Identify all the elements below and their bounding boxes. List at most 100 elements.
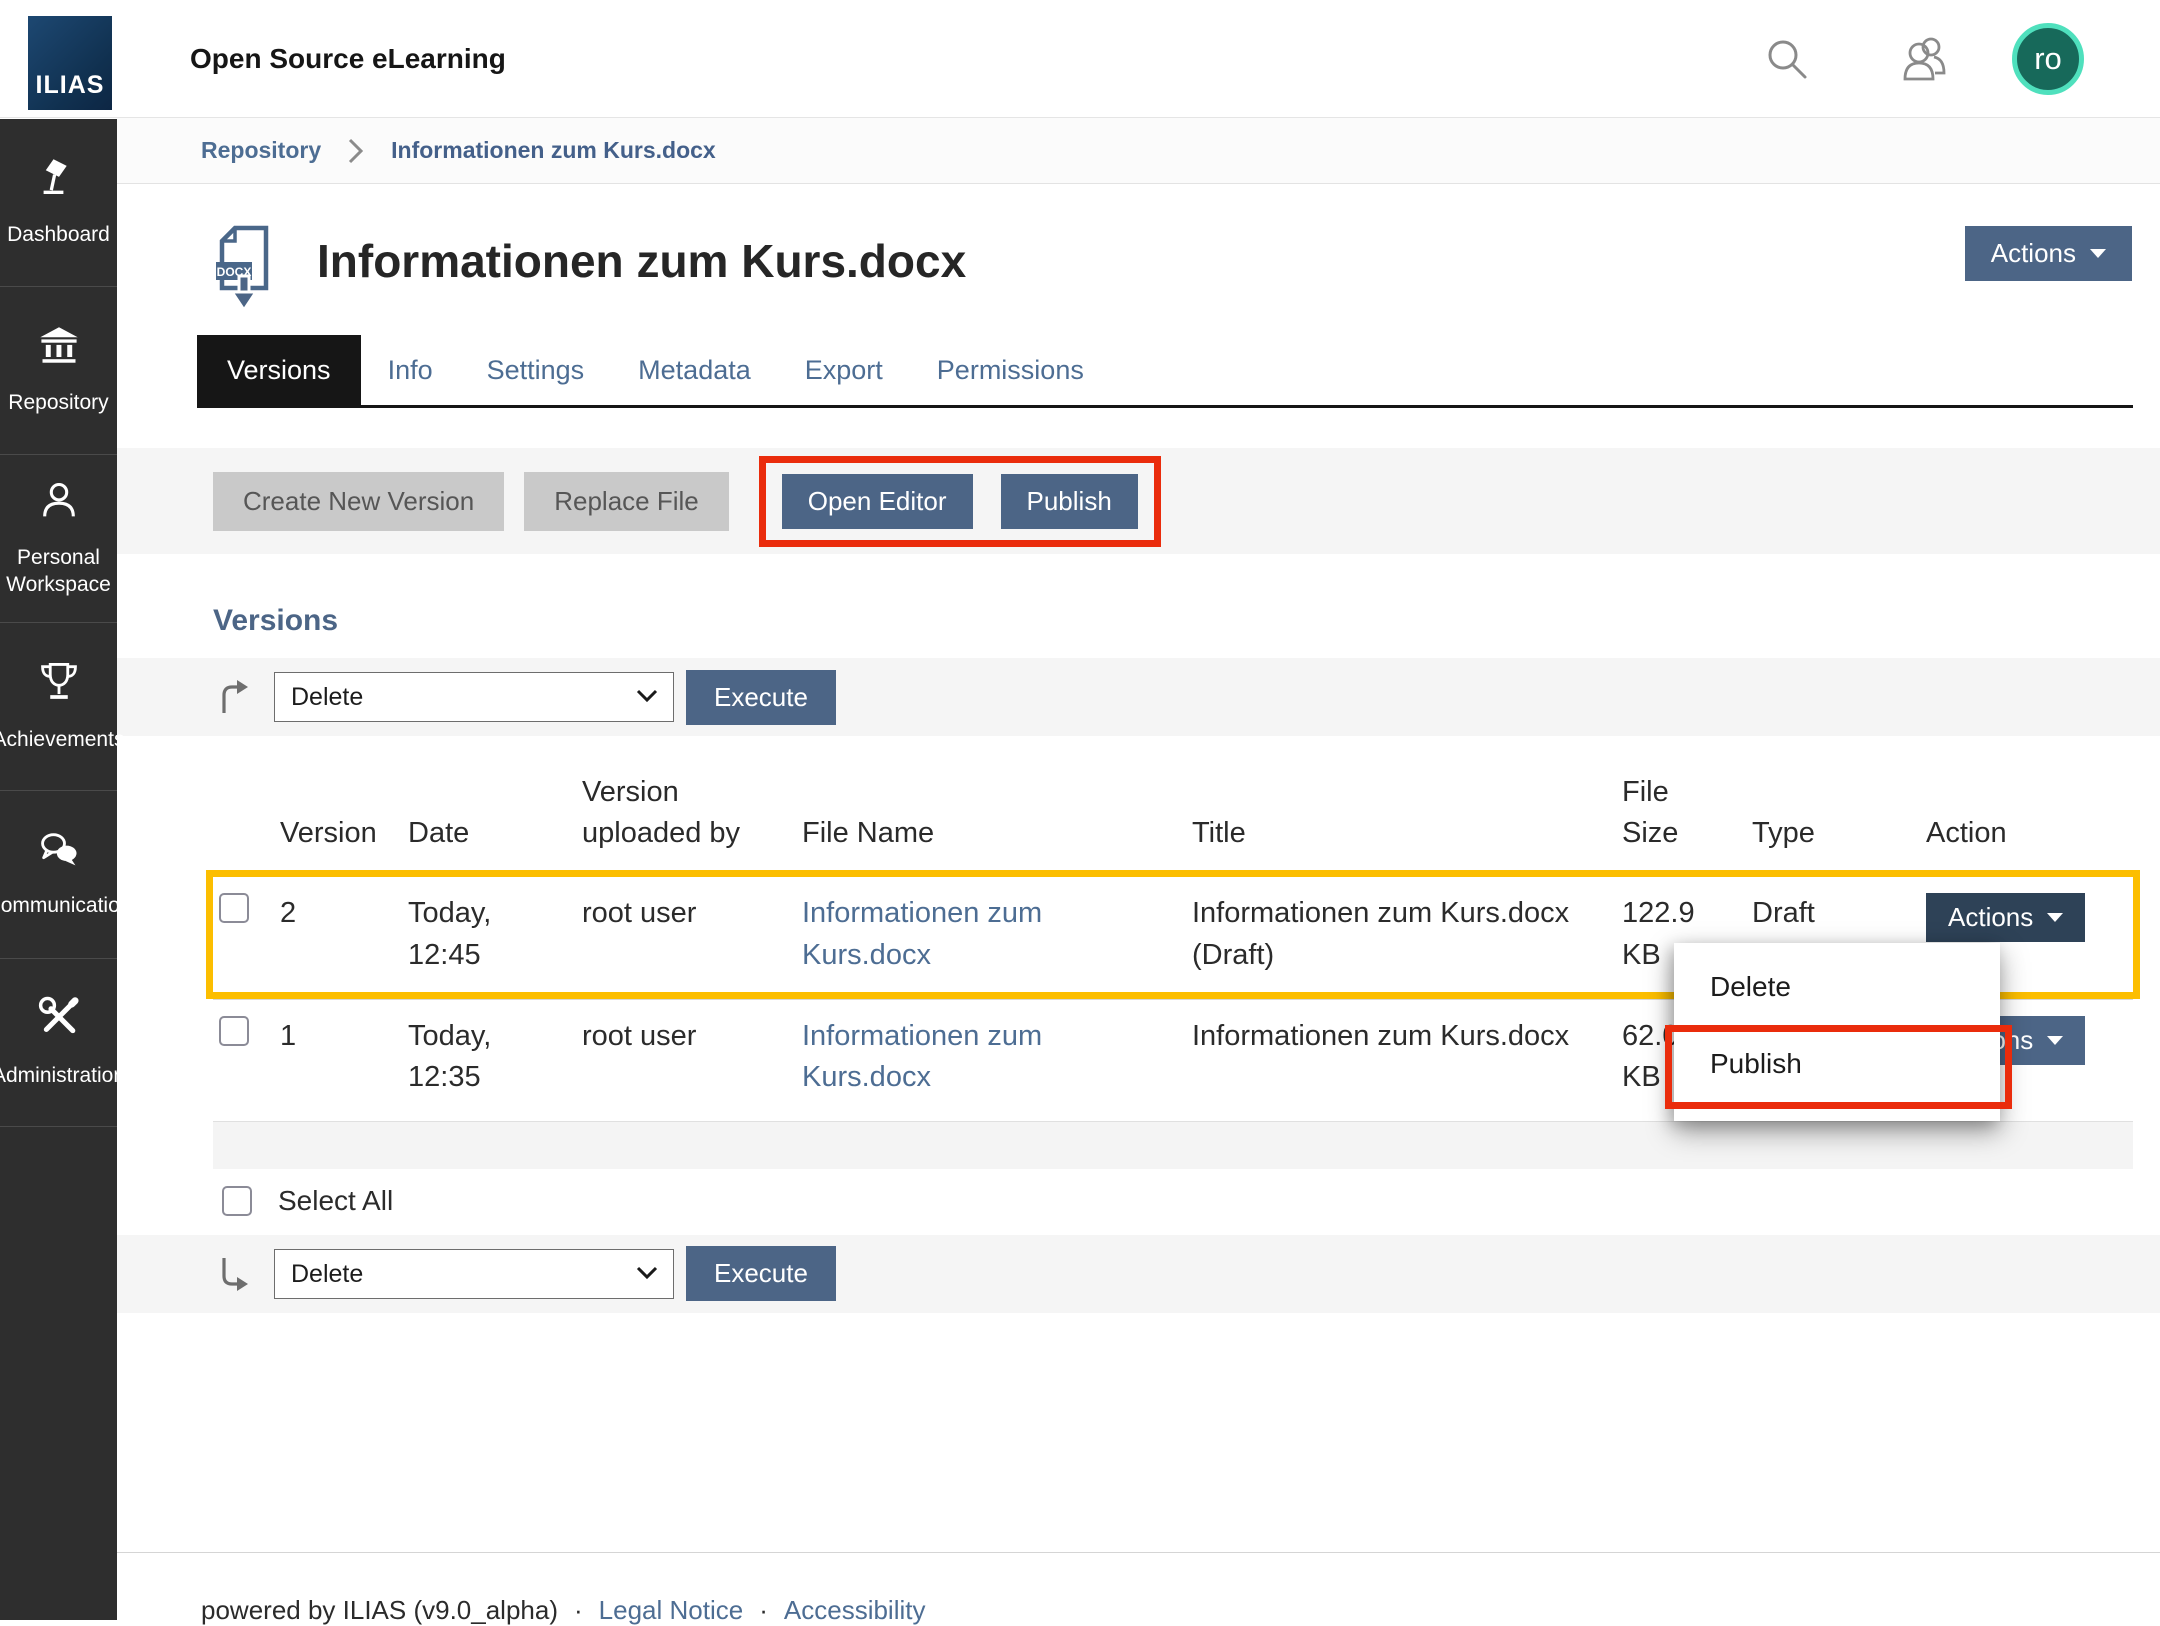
row-actions-label: Actions [1948, 902, 2033, 933]
col-header-file-name: File Name [787, 787, 1177, 870]
app-title: Open Source eLearning [190, 43, 506, 75]
col-header-file-size: File Size [1607, 746, 1737, 870]
top-bar: ILIAS Open Source eLearning ro [0, 0, 2160, 118]
cell-version: 1 [265, 1000, 393, 1121]
sidebar-item-label: Administration [0, 1062, 129, 1089]
execute-button-bottom[interactable]: Execute [686, 1246, 836, 1301]
bulk-action-bar-top: Delete Execute [117, 658, 2160, 736]
sidebar-item-repository[interactable]: Repository [0, 287, 117, 455]
main-content: Repository Informationen zum Kurs.docx D… [117, 118, 2160, 1626]
header-checkbox-spacer [213, 828, 265, 870]
avatar-initials: ro [2034, 41, 2062, 77]
col-header-type: Type [1737, 787, 1911, 870]
bulk-action-select-top[interactable]: Delete [274, 672, 674, 722]
tab-versions[interactable]: Versions [197, 335, 361, 405]
row-actions-dropdown-menu: Delete Publish [1674, 943, 2000, 1121]
trophy-icon [37, 659, 81, 710]
menu-item-publish[interactable]: Publish [1672, 1042, 2005, 1086]
cell-title: Informationen zum Kurs.docx [1177, 1000, 1607, 1121]
sidebar-item-dashboard[interactable]: Dashboard [0, 119, 117, 287]
caret-down-icon [2047, 913, 2063, 922]
file-name-link[interactable]: Informationen zum Kurs.docx [802, 897, 1042, 970]
page-footer: powered by ILIAS (v9.0_alpha) · Legal Noti… [117, 1552, 2160, 1626]
sidebar-item-label: Achievements [0, 726, 128, 753]
desk-lamp-icon [37, 156, 81, 205]
footer-separator: · [574, 1595, 583, 1625]
accessibility-link[interactable]: Accessibility [784, 1595, 926, 1625]
ilias-logo[interactable]: ILIAS [28, 16, 112, 110]
breadcrumb-repository-link[interactable]: Repository [201, 137, 321, 164]
create-new-version-button[interactable]: Create New Version [213, 472, 504, 531]
breadcrumb-current: Informationen zum Kurs.docx [391, 137, 716, 164]
open-editor-button[interactable]: Open Editor [782, 474, 973, 529]
tools-icon [36, 995, 82, 1046]
avatar[interactable]: ro [2012, 23, 2084, 95]
versions-heading: Versions [213, 604, 2160, 638]
arrow-turn-down-right-icon [216, 1256, 250, 1292]
row-actions-button-version-2[interactable]: Actions [1926, 893, 2085, 942]
caret-down-icon [2090, 249, 2106, 258]
select-all-checkbox[interactable] [222, 1186, 252, 1216]
cell-date: Today, 12:35 [393, 1000, 567, 1121]
file-name-link[interactable]: Informationen zum Kurs.docx [802, 1020, 1042, 1093]
select-all-row: Select All [222, 1185, 2160, 1217]
col-header-action: Action [1911, 787, 2133, 870]
table-footer-strip [213, 1121, 2133, 1169]
bulk-action-select-bottom[interactable]: Delete [274, 1249, 674, 1299]
sidebar-item-communication[interactable]: Communication [0, 791, 117, 959]
chat-bubbles-icon [36, 829, 82, 876]
cell-version: 2 [265, 877, 393, 991]
bulk-action-bar-bottom: Delete Execute [117, 1235, 2160, 1313]
replace-file-button[interactable]: Replace File [524, 472, 729, 531]
sidebar-item-label: Dashboard [3, 221, 114, 248]
sidebar-item-label: Communication [0, 892, 135, 919]
cell-date: Today, 12:45 [393, 877, 567, 991]
annotation-red-box-toolbar: Open Editor Publish [759, 456, 1161, 547]
col-header-title: Title [1177, 787, 1607, 870]
sidebar-item-achievements[interactable]: Achievements [0, 623, 117, 791]
ilias-logo-text: ILIAS [36, 71, 105, 100]
breadcrumb: Repository Informationen zum Kurs.docx [117, 118, 2160, 184]
person-icon [37, 479, 81, 528]
caret-down-icon [2047, 1036, 2063, 1045]
cell-uploaded-by: root user [567, 1000, 787, 1121]
sidebar-item-administration[interactable]: Administration [0, 959, 117, 1127]
page-title: Informationen zum Kurs.docx [317, 234, 966, 288]
row-checkbox-version-1[interactable] [219, 1016, 249, 1046]
arrow-turn-up-right-icon [216, 679, 250, 715]
toolbar: Create New Version Replace File Open Edi… [117, 448, 2160, 554]
col-header-uploaded-by: Version uploaded by [567, 746, 787, 870]
col-header-date: Date [393, 787, 567, 870]
menu-item-delete[interactable]: Delete [1674, 961, 2000, 1019]
who-is-online-icon[interactable] [1898, 35, 1952, 83]
bulk-action-select-wrap: Delete [274, 1249, 674, 1299]
row-checkbox-version-2[interactable] [219, 893, 249, 923]
footer-separator: · [759, 1595, 768, 1625]
tab-settings[interactable]: Settings [460, 335, 612, 405]
docx-file-icon: DOCX [213, 224, 275, 319]
tab-bar: Versions Info Settings Metadata Export P… [197, 335, 2133, 408]
powered-by-text: powered by ILIAS (v9.0_alpha) [201, 1595, 558, 1625]
cell-title: Informationen zum Kurs.docx (Draft) [1177, 877, 1607, 991]
chevron-right-icon [347, 137, 365, 165]
execute-button-top[interactable]: Execute [686, 670, 836, 725]
tab-permissions[interactable]: Permissions [910, 335, 1111, 405]
table-header-row: Version Date Version uploaded by File Na… [213, 746, 2133, 870]
sidebar-item-personal-workspace[interactable]: Personal Workspace [0, 455, 117, 623]
tab-metadata[interactable]: Metadata [611, 335, 778, 405]
sidebar-item-label: Repository [4, 389, 112, 416]
col-header-version: Version [265, 787, 393, 870]
cell-uploaded-by: root user [567, 877, 787, 991]
select-all-label: Select All [278, 1185, 393, 1217]
bank-icon [36, 324, 82, 373]
legal-notice-link[interactable]: Legal Notice [599, 1595, 744, 1625]
sidebar-item-label: Personal Workspace [0, 544, 117, 599]
publish-button[interactable]: Publish [1001, 474, 1138, 529]
tab-info[interactable]: Info [361, 335, 460, 405]
title-row: DOCX Informationen zum Kurs.docx Actions [213, 220, 2132, 319]
topbar-right: ro [1764, 23, 2160, 95]
page-actions-label: Actions [1991, 238, 2076, 269]
page-actions-button[interactable]: Actions [1965, 226, 2132, 281]
tab-export[interactable]: Export [778, 335, 910, 405]
search-icon[interactable] [1764, 36, 1810, 82]
